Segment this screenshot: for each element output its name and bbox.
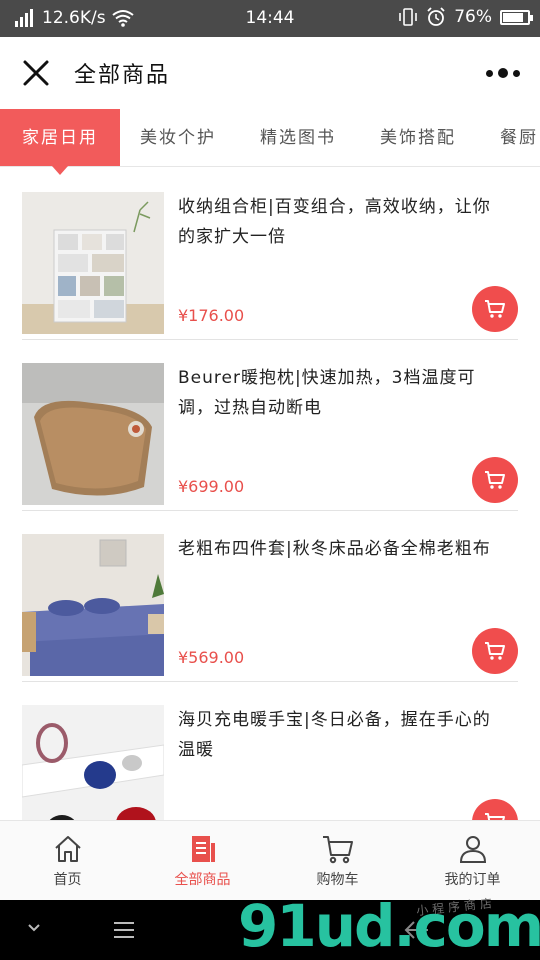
menu-icon[interactable]	[112, 920, 136, 940]
nav-label: 首页	[53, 872, 82, 888]
product-name[interactable]: 收纳组合柜|百变组合，高效收纳，让你的家扩大一倍	[178, 192, 508, 252]
catalog-icon	[191, 836, 215, 862]
divider	[22, 510, 518, 511]
home-icon	[54, 836, 81, 862]
status-bar: 12.6K/s 14:44 76%	[0, 0, 540, 37]
tab-home-goods[interactable]: 家居日用	[0, 109, 120, 166]
nav-label: 我的订单	[444, 872, 501, 888]
tab-beauty[interactable]: 美妆个护	[140, 109, 216, 166]
divider	[22, 339, 518, 340]
product-image[interactable]	[22, 534, 164, 676]
product-item[interactable]: 收纳组合柜|百变组合，高效收纳，让你的家扩大一倍 ¥176.00	[22, 170, 518, 340]
product-name[interactable]: 老粗布四件套|秋冬床品必备全棉老粗布	[178, 534, 508, 564]
close-icon[interactable]	[20, 57, 52, 89]
bottom-nav: 首页 全部商品 购物车 我的订单	[0, 820, 540, 900]
battery-icon	[500, 9, 533, 25]
more-dot-icon	[498, 68, 508, 78]
add-to-cart-button[interactable]	[472, 286, 518, 332]
more-options-button[interactable]	[486, 63, 520, 83]
cart-icon	[322, 836, 353, 864]
divider	[22, 681, 518, 682]
header: 全部商品	[0, 37, 540, 109]
product-item[interactable]: 老粗布四件套|秋冬床品必备全棉老粗布 ¥569.00	[22, 512, 518, 682]
nav-all-products[interactable]: 全部商品	[135, 821, 270, 900]
tab-kitchen[interactable]: 餐厨	[500, 109, 538, 166]
add-to-cart-button[interactable]	[472, 628, 518, 674]
nav-label: 全部商品	[174, 872, 231, 888]
more-dot-icon	[486, 69, 493, 77]
more-dot-icon	[513, 69, 520, 77]
product-image[interactable]	[22, 363, 164, 505]
vibrate-icon	[399, 8, 418, 26]
status-right: 76%	[398, 7, 533, 27]
product-price: ¥569.00	[178, 648, 245, 667]
nav-cart[interactable]: 购物车	[270, 821, 405, 900]
product-item[interactable]: Beurer暖抱枕|快速加热，3档温度可调，过热自动断电 ¥699.00	[22, 341, 518, 511]
tab-accessories[interactable]: 美饰搭配	[380, 109, 456, 166]
user-icon	[459, 836, 486, 863]
product-price: ¥176.00	[178, 306, 245, 325]
category-tabs: 家居日用 美妆个护 精选图书 美饰搭配 餐厨	[0, 109, 540, 167]
chevron-down-icon[interactable]	[26, 920, 42, 936]
cart-icon	[485, 642, 505, 660]
add-to-cart-button[interactable]	[472, 457, 518, 503]
product-image[interactable]	[22, 192, 164, 334]
nav-label: 购物车	[316, 872, 359, 888]
product-name[interactable]: Beurer暖抱枕|快速加热，3档温度可调，过热自动断电	[178, 363, 508, 423]
cart-icon	[485, 300, 505, 318]
battery-percent: 76%	[454, 7, 492, 27]
nav-home[interactable]: 首页	[0, 821, 135, 900]
alarm-icon	[427, 7, 445, 26]
nav-my-orders[interactable]: 我的订单	[405, 821, 540, 900]
product-price: ¥699.00	[178, 477, 245, 496]
page-title: 全部商品	[74, 63, 171, 88]
tab-books[interactable]: 精选图书	[260, 109, 336, 166]
cart-icon	[485, 471, 505, 489]
product-name[interactable]: 海贝充电暖手宝|冬日必备，握在手心的温暖	[178, 705, 508, 765]
